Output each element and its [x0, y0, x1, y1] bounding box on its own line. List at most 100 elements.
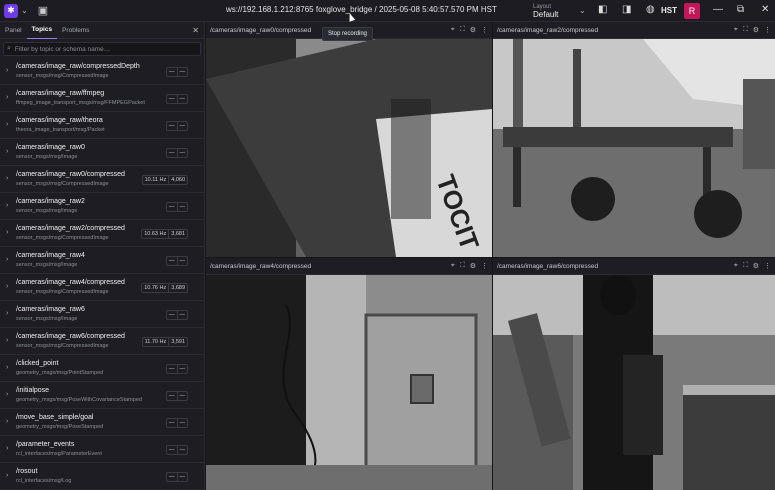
chevron-right-icon[interactable]: › — [6, 175, 8, 182]
topic-row[interactable]: › /cameras/image_raw4/compressed sensor_ms… — [0, 274, 204, 301]
topic-row[interactable]: › /cameras/image_raw2 sensor_msgs/msg/Imag… — [0, 193, 204, 220]
left-sidebar-toggle-icon[interactable]: ◧ — [598, 4, 607, 15]
camera-image-door — [206, 275, 492, 490]
topic-name: /cameras/image_raw6/compressed — [16, 333, 125, 340]
topic-row[interactable]: › /cameras/image_raw6/compressed sensor_ms… — [0, 328, 204, 355]
topic-row[interactable]: › /initialpose geometry_msgs/msg/PoseWithC… — [0, 382, 204, 409]
topic-row[interactable]: › /cameras/image_raw6 sensor_msgs/msg/Imag… — [0, 301, 204, 328]
crosshair-icon[interactable]: ⌖ — [734, 262, 738, 270]
panel-title: /cameras/image_raw6/compressed — [497, 262, 599, 270]
topic-schema: sensor_msgs/msg/CompressedImage — [16, 235, 109, 241]
topic-stats: — — — [166, 67, 188, 77]
topic-message-count: — — [176, 149, 188, 157]
topic-name: /rosout — [16, 468, 38, 475]
more-icon[interactable]: ⋮ — [481, 26, 488, 34]
timezone-label[interactable]: HST — [661, 6, 677, 15]
crosshair-icon[interactable]: ⌖ — [451, 262, 455, 270]
layout-selector[interactable]: Layout Default — [533, 3, 558, 19]
topic-schema: rcl_interfaces/msg/ParameterEvent — [16, 451, 102, 457]
foxglove-logo-icon[interactable]: ✱ — [4, 3, 18, 18]
chevron-down-icon[interactable]: ⌄ — [579, 6, 586, 15]
topic-message-count: — — [176, 419, 188, 427]
tab-topics[interactable]: Topics — [26, 22, 58, 39]
chevron-right-icon[interactable]: › — [6, 256, 8, 263]
minimize-icon[interactable]: — — [713, 4, 723, 15]
chevron-right-icon[interactable]: › — [6, 391, 8, 398]
more-icon[interactable]: ⋮ — [481, 262, 488, 270]
image-panel[interactable]: /cameras/image_raw4/compressed ⌖ ⛶ ⚙ ⋮ — [206, 258, 492, 490]
chevron-right-icon[interactable]: › — [6, 202, 8, 209]
topic-schema: sensor_msgs/msg/Image — [16, 208, 78, 214]
close-sidebar-icon[interactable]: ✕ — [192, 26, 199, 35]
topic-name: /cameras/image_raw2/compressed — [16, 225, 125, 232]
topic-name: /parameter_events — [16, 441, 75, 448]
maximize-icon[interactable]: ⧉ — [737, 4, 744, 15]
panel-header[interactable]: /cameras/image_raw6/compressed ⌖ ⛶ ⚙ ⋮ — [493, 258, 775, 275]
globe-icon[interactable]: ◍ — [646, 4, 655, 15]
topic-name: /clicked_point — [16, 360, 59, 367]
gear-icon[interactable]: ⚙ — [470, 262, 476, 270]
topic-row[interactable]: › /rosout rcl_interfaces/msg/Log — — — [0, 463, 204, 490]
topic-frequency: — — [169, 420, 175, 426]
panel-title: /cameras/image_raw0/compressed — [210, 26, 312, 34]
chevron-right-icon[interactable]: › — [6, 364, 8, 371]
topic-stats: — — — [166, 418, 188, 428]
topic-row[interactable]: › /cameras/image_raw/theora theora_image_t… — [0, 112, 204, 139]
crosshair-icon[interactable]: ⌖ — [734, 26, 738, 34]
topic-row[interactable]: › /cameras/image_raw2/compressed sensor_ms… — [0, 220, 204, 247]
gear-icon[interactable]: ⚙ — [470, 26, 476, 34]
chevron-right-icon[interactable]: › — [6, 94, 8, 101]
topic-row[interactable]: › /parameter_events rcl_interfaces/msg/Par… — [0, 436, 204, 463]
topic-row[interactable]: › /cameras/image_raw0/compressed sensor_ms… — [0, 166, 204, 193]
panel-header[interactable]: /cameras/image_raw2/compressed ⌖ ⛶ ⚙ ⋮ — [493, 22, 775, 39]
chevron-right-icon[interactable]: › — [6, 472, 8, 479]
fullscreen-icon[interactable]: ⛶ — [460, 26, 465, 34]
topic-row[interactable]: › /cameras/image_raw/ffmpeg ffmpeg_image_t… — [0, 85, 204, 112]
topic-schema: sensor_msgs/msg/CompressedImage — [16, 289, 109, 295]
chevron-right-icon[interactable]: › — [6, 121, 8, 128]
gear-icon[interactable]: ⚙ — [753, 262, 759, 270]
fullscreen-icon[interactable]: ⛶ — [743, 262, 748, 270]
data-source-icon[interactable]: ▣ — [38, 4, 48, 17]
avatar[interactable]: R — [684, 3, 700, 19]
chevron-right-icon[interactable]: › — [6, 337, 8, 344]
topic-stats: 10.63 Hz 3,681 — [141, 229, 188, 239]
topic-row[interactable]: › /cameras/image_raw/compressedDepth senso… — [0, 58, 204, 85]
image-panel[interactable]: /cameras/image_raw6/compressed ⌖ ⛶ ⚙ ⋮ — [493, 258, 775, 490]
search-input[interactable] — [14, 45, 195, 53]
chevron-right-icon[interactable]: › — [6, 283, 8, 290]
topic-message-count: — — [176, 392, 188, 400]
more-icon[interactable]: ⋮ — [764, 262, 771, 270]
topic-name: /cameras/image_raw4/compressed — [16, 279, 125, 286]
topic-row[interactable]: › /clicked_point geometry_msgs/msg/PointSt… — [0, 355, 204, 382]
topic-row[interactable]: › /cameras/image_raw4 sensor_msgs/msg/Imag… — [0, 247, 204, 274]
topic-row[interactable]: › /cameras/image_raw0 sensor_msgs/msg/Imag… — [0, 139, 204, 166]
chevron-right-icon[interactable]: › — [6, 229, 8, 236]
more-icon[interactable]: ⋮ — [764, 26, 771, 34]
topic-message-count: 3,591 — [168, 338, 187, 346]
connection-status: ws://192.168.1.212:8765 foxglove_bridge … — [226, 5, 497, 14]
chevron-right-icon[interactable]: › — [6, 67, 8, 74]
crosshair-icon[interactable]: ⌖ — [451, 26, 455, 34]
close-icon[interactable]: ✕ — [761, 4, 769, 15]
tab-problems[interactable]: Problems — [57, 22, 94, 39]
fullscreen-icon[interactable]: ⛶ — [743, 26, 748, 34]
gear-icon[interactable]: ⚙ — [753, 26, 759, 34]
fullscreen-icon[interactable]: ⛶ — [460, 262, 465, 270]
tab-panel[interactable]: Panel — [0, 22, 27, 39]
image-panel[interactable]: /cameras/image_raw2/compressed ⌖ ⛶ ⚙ ⋮ — [493, 22, 775, 257]
topic-name: /cameras/image_raw2 — [16, 198, 85, 205]
chevron-right-icon[interactable]: › — [6, 148, 8, 155]
panel-header[interactable]: /cameras/image_raw4/compressed ⌖ ⛶ ⚙ ⋮ — [206, 258, 492, 275]
right-sidebar-toggle-icon[interactable]: ◨ — [622, 4, 631, 15]
chevron-right-icon[interactable]: › — [6, 445, 8, 452]
chevron-down-icon[interactable]: ⌄ — [21, 6, 28, 15]
topic-search[interactable]: ⌕ — [3, 42, 201, 56]
topic-row[interactable]: › /move_base_simple/goal geometry_msgs/msg… — [0, 409, 204, 436]
topic-message-count: — — [176, 95, 188, 103]
panel-title: /cameras/image_raw2/compressed — [497, 26, 599, 34]
image-panel[interactable]: /cameras/image_raw0/compressed ⌖ ⛶ ⚙ ⋮ TOCI… — [206, 22, 492, 257]
chevron-right-icon[interactable]: › — [6, 310, 8, 317]
chevron-right-icon[interactable]: › — [6, 418, 8, 425]
topic-schema: sensor_msgs/msg/Image — [16, 154, 78, 160]
